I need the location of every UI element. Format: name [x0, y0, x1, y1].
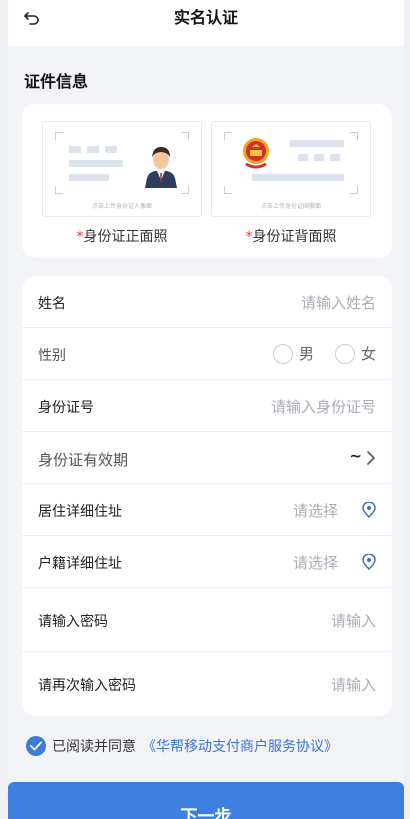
page: 实名认证 证件信息 点击上传身份证人像面 点击上传身份证国徽面 *身份证正面照 … — [8, 0, 404, 819]
radio-label: 男 — [298, 345, 314, 363]
nav-header: 实名认证 — [8, 0, 404, 46]
form-panel: 姓名 请输入姓名 性别 男 女 身份证号 请输入身份证号 身份证有效期 ~ 居住… — [22, 276, 392, 716]
password-confirm-input[interactable]: 请输入 — [331, 674, 376, 695]
residence-row[interactable]: 居住详细住址 请选择 — [22, 484, 392, 536]
residence-label: 居住详细住址 — [38, 504, 122, 520]
validity-row[interactable]: 身份证有效期 ~ — [22, 432, 392, 484]
emblem-icon — [243, 138, 269, 169]
id-card-panel: 点击上传身份证人像面 点击上传身份证国徽面 *身份证正面照 *身份证背面照 — [22, 104, 392, 258]
placeholder-bar — [69, 160, 123, 167]
placeholder-bar — [314, 154, 324, 161]
placeholder-bar — [290, 140, 344, 147]
front-label: *身份证正面照 — [42, 226, 202, 246]
name-label: 姓名 — [38, 296, 66, 312]
password-input[interactable]: 请输入 — [331, 610, 376, 631]
household-row[interactable]: 户籍详细住址 请选择 — [22, 536, 392, 588]
gender-row: 性别 男 女 — [22, 328, 392, 380]
front-label-text: 身份证正面照 — [83, 229, 168, 245]
gender-female-radio[interactable]: 女 — [334, 343, 376, 364]
frame-corner — [224, 186, 232, 194]
name-row[interactable]: 姓名 请输入姓名 — [22, 276, 392, 328]
required-mark: * — [76, 229, 84, 245]
checkbox-checked-icon[interactable] — [26, 736, 46, 756]
password-confirm-label: 请再次输入密码 — [38, 678, 136, 694]
id-front-upload[interactable]: 点击上传身份证人像面 — [42, 121, 202, 217]
back-label-text: 身份证背面照 — [252, 229, 337, 245]
portrait-icon — [145, 147, 177, 188]
validity-label: 身份证有效期 — [38, 451, 129, 469]
household-select[interactable]: 请选择 — [293, 552, 338, 573]
placeholder-bar — [87, 146, 99, 153]
placeholder-bar — [105, 146, 117, 153]
id-number-label: 身份证号 — [38, 400, 94, 416]
id-number-row[interactable]: 身份证号 请输入身份证号 — [22, 380, 392, 432]
id-number-input[interactable]: 请输入身份证号 — [271, 396, 376, 417]
page-title: 实名认证 — [173, 8, 238, 27]
frame-corner — [350, 186, 358, 194]
agreement-row: 已阅读并同意 《华帮移动支付商户服务协议》 — [26, 736, 338, 756]
residence-select[interactable]: 请选择 — [293, 500, 338, 521]
frame-corner — [55, 186, 63, 194]
placeholder-bar — [298, 154, 308, 161]
section-title: 证件信息 — [24, 72, 89, 91]
location-pin-icon[interactable] — [362, 554, 376, 570]
upload-hint: 点击上传身份证国徽面 — [260, 203, 321, 210]
radio-label: 女 — [360, 345, 376, 363]
frame-corner — [224, 132, 232, 140]
frame-corner — [181, 186, 189, 194]
frame-corner — [181, 132, 189, 140]
password-confirm-row[interactable]: 请再次输入密码 请输入 — [22, 652, 392, 716]
name-input[interactable]: 请输入姓名 — [301, 292, 376, 313]
chevron-right-icon — [367, 451, 375, 465]
household-label: 户籍详细住址 — [38, 556, 122, 572]
frame-corner — [55, 132, 63, 140]
back-label: *身份证背面照 — [211, 226, 371, 246]
password-row[interactable]: 请输入密码 请输入 — [22, 588, 392, 652]
placeholder-bar — [69, 146, 81, 153]
placeholder-bar — [252, 174, 344, 181]
frame-corner — [350, 132, 358, 140]
agreement-link[interactable]: 《华帮移动支付商户服务协议》 — [142, 736, 338, 756]
required-mark: * — [245, 229, 253, 245]
validity-value: ~ — [349, 447, 362, 465]
agreement-text: 已阅读并同意 — [52, 739, 136, 755]
password-label: 请输入密码 — [38, 614, 108, 630]
next-button[interactable]: 下一步 — [8, 782, 404, 819]
upload-hint: 点击上传身份证人像面 — [91, 203, 152, 210]
radio-circle — [272, 343, 293, 364]
location-pin-icon[interactable] — [362, 502, 376, 518]
id-back-upload[interactable]: 点击上传身份证国徽面 — [211, 121, 371, 217]
gender-male-radio[interactable]: 男 — [272, 343, 314, 364]
placeholder-bar — [69, 174, 109, 181]
radio-circle — [334, 343, 355, 364]
placeholder-bar — [330, 154, 340, 161]
gender-label: 性别 — [38, 348, 66, 364]
